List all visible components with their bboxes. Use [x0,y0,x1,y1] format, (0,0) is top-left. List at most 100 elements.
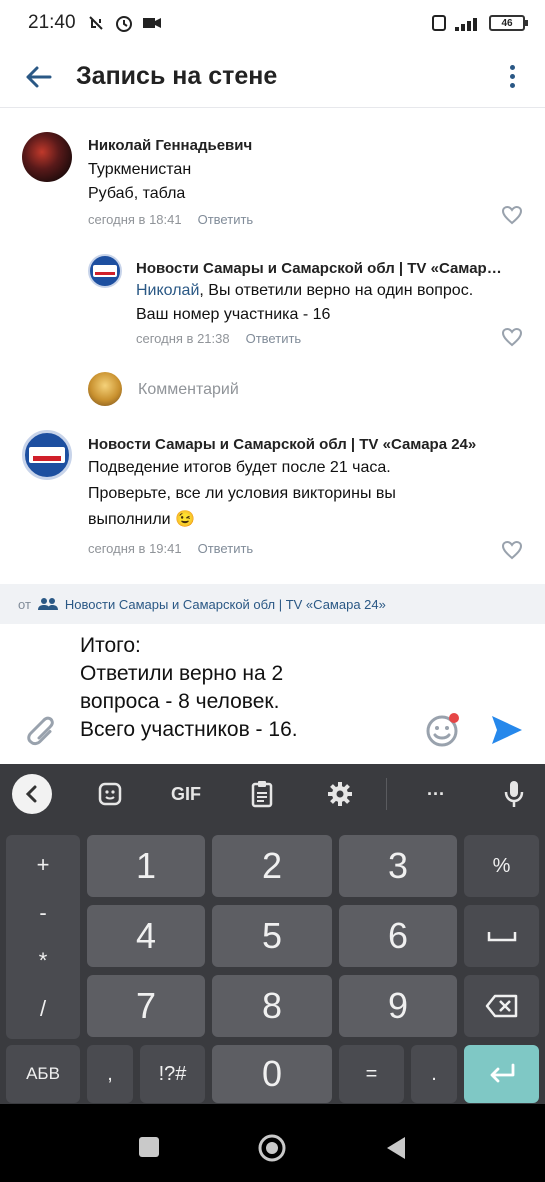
sticker-icon [98,782,122,806]
space-key[interactable] [464,905,539,967]
asterisk-key[interactable]: * [39,948,48,974]
comment-item: Николай Геннадьевич Туркменистан Рубаб, … [22,132,253,227]
sim-icon [432,15,446,31]
key-6[interactable]: 6 [339,905,457,967]
avatar[interactable] [22,430,72,480]
dot-icon [509,83,515,88]
dot-icon [509,65,515,70]
gif-button[interactable]: GIF [163,774,209,814]
battery-icon: 46 [489,15,528,31]
reply-button[interactable]: Ответить [198,541,254,556]
comment-time: сегодня в 21:38 [136,331,230,346]
enter-key[interactable] [464,1045,539,1103]
slash-key[interactable]: / [40,996,46,1022]
mute-icon [88,16,103,30]
message-input[interactable] [80,632,400,762]
comment-time: сегодня в 18:41 [88,212,182,227]
avatar [88,372,122,406]
keyboard-settings-button[interactable] [320,774,360,814]
sticker-button[interactable] [90,774,130,814]
back-button[interactable] [18,57,58,97]
comment-composer [0,624,545,764]
like-icon[interactable] [501,327,523,347]
comma-key[interactable]: , [87,1045,133,1103]
more-keyboard-options[interactable]: ··· [414,774,458,814]
chevron-left-icon [25,785,37,803]
key-4[interactable]: 4 [87,905,205,967]
clipboard-button[interactable] [242,774,282,814]
dot-icon [509,74,515,79]
more-options-button[interactable] [497,57,527,97]
status-bar: 21:40 46 [0,0,545,46]
dot-key[interactable]: . [411,1045,457,1103]
gear-icon [328,782,352,806]
reply-button[interactable]: Ответить [198,212,254,227]
comment-item: Новости Самары и Самарской обл | TV «Сам… [88,254,521,346]
source-community-link[interactable]: Новости Самары и Самарской обл | TV «Сам… [65,597,386,612]
keyboard-toolbar: GIF ··· [0,764,545,824]
comment-text: Подведение итогов будет после 21 часа. [88,459,391,476]
reply-button[interactable]: Ответить [246,331,302,346]
comment-author[interactable]: Новости Самары и Самарской обл | TV «Сам… [88,436,476,453]
key-0[interactable]: 0 [212,1045,332,1103]
page-title: Запись на стене [76,62,278,90]
recents-button[interactable] [139,1137,159,1157]
system-nav-bar [0,1104,545,1182]
status-time: 21:40 [28,12,76,33]
alarm-icon [115,16,132,32]
comment-author[interactable]: Новости Самары и Самарской обл | TV «Сам… [136,260,521,277]
symbol-column[interactable]: + - * / [6,835,80,1039]
comment-text: Ваш номер участника - 16 [136,306,331,323]
microphone-icon [504,781,524,807]
comment-text: выполнили 😉 [88,511,195,528]
arrow-left-icon [26,66,52,87]
like-icon[interactable] [501,205,523,225]
key-7[interactable]: 7 [87,975,205,1037]
reply-input[interactable]: Комментарий [138,381,239,399]
equals-key[interactable]: = [339,1045,404,1103]
key-2[interactable]: 2 [212,835,332,897]
space-icon [487,932,516,942]
avatar[interactable] [88,254,122,288]
voice-input-button[interactable] [494,774,534,814]
comment-text-part: , Вы ответили верно на один вопрос. [199,282,474,299]
abc-key[interactable]: АБВ [6,1045,80,1103]
backspace-key[interactable] [464,975,539,1037]
comments-feed[interactable]: Николай Геннадьевич Туркменистан Рубаб, … [0,108,545,584]
app-bar: Запись на стене [0,46,545,108]
plus-key[interactable]: + [37,852,50,878]
key-8[interactable]: 8 [212,975,332,1037]
enter-icon [490,1063,514,1083]
send-icon[interactable] [488,712,526,748]
community-icon [37,598,58,610]
comment-author[interactable]: Николай Геннадьевич [88,137,253,154]
keyboard-back-button[interactable] [12,774,52,814]
attach-icon[interactable] [20,710,56,750]
key-1[interactable]: 1 [87,835,205,897]
comment-text: Рубаб, табла [88,185,186,202]
percent-key[interactable]: % [464,835,539,897]
key-3[interactable]: 3 [339,835,457,897]
mention-link[interactable]: Николай [136,282,199,299]
like-icon[interactable] [501,540,523,560]
comment-text: Проверьте, все ли условия викторины вы [88,485,396,502]
post-as-bar[interactable]: от Новости Самары и Самарской обл | TV «… [0,584,545,624]
key-5[interactable]: 5 [212,905,332,967]
clipboard-icon [251,781,273,808]
home-button[interactable] [257,1133,287,1163]
key-9[interactable]: 9 [339,975,457,1037]
emoji-icon[interactable] [422,710,462,750]
minus-key[interactable]: - [39,900,46,926]
avatar[interactable] [22,132,72,182]
battery-level: 46 [501,17,513,29]
comment-text: Туркменистан [88,161,192,178]
numeric-keyboard: GIF ··· + - * / 1 2 3 % 4 5 6 7 8 9 АБВ … [0,764,545,1104]
video-icon [142,18,161,28]
comment-text: Николай, Вы ответили верно на один вопро… [136,279,521,303]
nav-back-button[interactable] [385,1135,407,1161]
symbols-key[interactable]: !?# [140,1045,205,1103]
signal-icon [455,18,477,31]
backspace-icon [485,994,517,1018]
comment-time: сегодня в 19:41 [88,541,182,556]
comment-item: Новости Самары и Самарской обл | TV «Сам… [22,430,476,556]
